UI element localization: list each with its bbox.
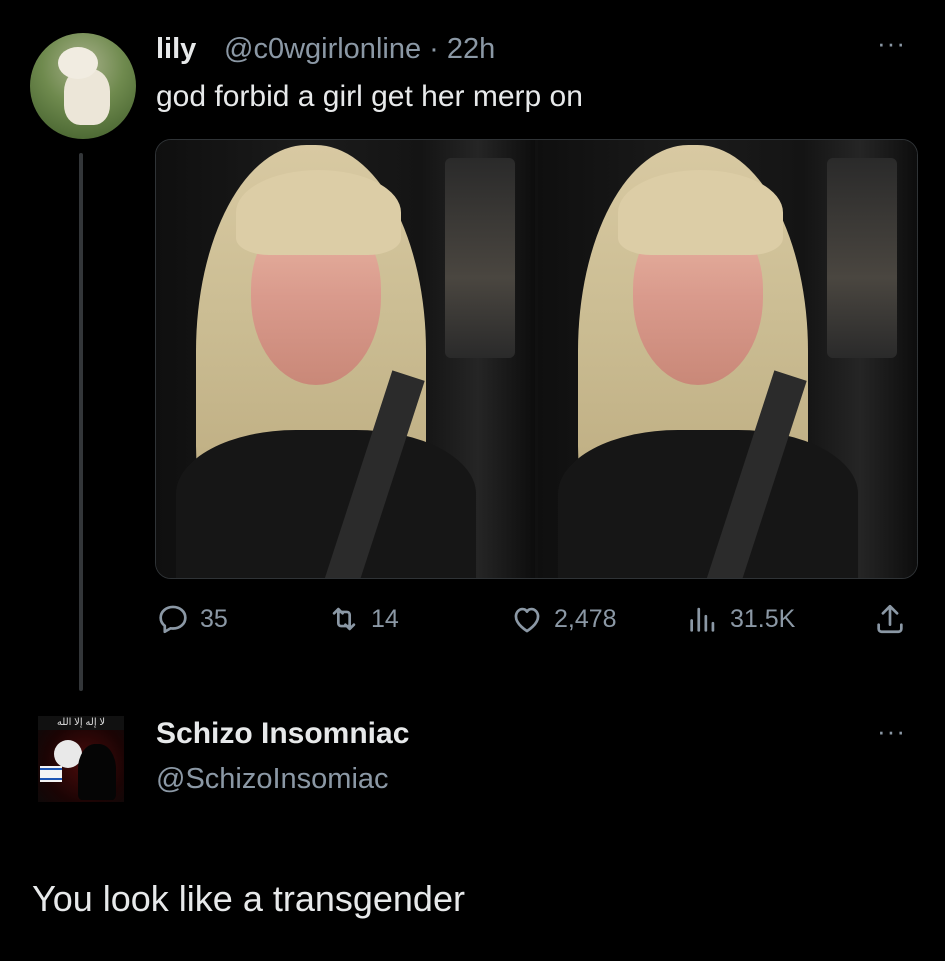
media-grid[interactable] (155, 139, 918, 579)
heart-icon (514, 607, 540, 633)
share-icon (877, 604, 903, 634)
retweet-icon (332, 607, 356, 631)
retweet-button[interactable]: 14 (327, 602, 399, 636)
reply-icon (159, 605, 187, 634)
reply-text: You look like a transgender (32, 878, 465, 919)
avatar-figure-shape (78, 744, 116, 800)
reply-button[interactable]: 35 (156, 602, 228, 636)
reply-author-name[interactable]: Schizo Insomniac (156, 717, 409, 751)
reply-author-avatar[interactable]: لا إله إلا الله (38, 716, 124, 802)
views-count: 31.5K (730, 604, 796, 633)
cow-head-shape (58, 47, 98, 79)
reply-author-handle[interactable]: @SchizoInsomiac (156, 763, 389, 796)
reply-count: 35 (200, 604, 228, 633)
author-meta[interactable]: @c0wgirlonline · 22h (224, 33, 495, 66)
avatar-flag-shape (40, 766, 62, 782)
views-button[interactable]: 31.5K (686, 602, 795, 636)
author-avatar[interactable] (30, 33, 136, 139)
meta-separator: · (429, 33, 447, 65)
tweet-text: god forbid a girl get her merp on (156, 80, 583, 113)
like-button[interactable]: 2,478 (510, 602, 617, 636)
thread-connector-line (79, 153, 83, 691)
tweet-timestamp[interactable]: 22h (447, 33, 495, 65)
like-count: 2,478 (554, 604, 617, 633)
reply-more-options-icon[interactable]: ··· (877, 716, 906, 747)
author-handle[interactable]: @c0wgirlonline (224, 33, 421, 65)
author-name[interactable]: lily (156, 33, 196, 66)
views-bar-icon (690, 607, 715, 632)
photo-right[interactable] (538, 140, 917, 578)
share-button[interactable] (873, 602, 917, 636)
more-options-icon[interactable]: ··· (877, 28, 906, 59)
avatar-banner-text: لا إله إلا الله (38, 716, 124, 730)
retweet-count: 14 (371, 604, 399, 633)
photo-left[interactable] (156, 140, 535, 578)
